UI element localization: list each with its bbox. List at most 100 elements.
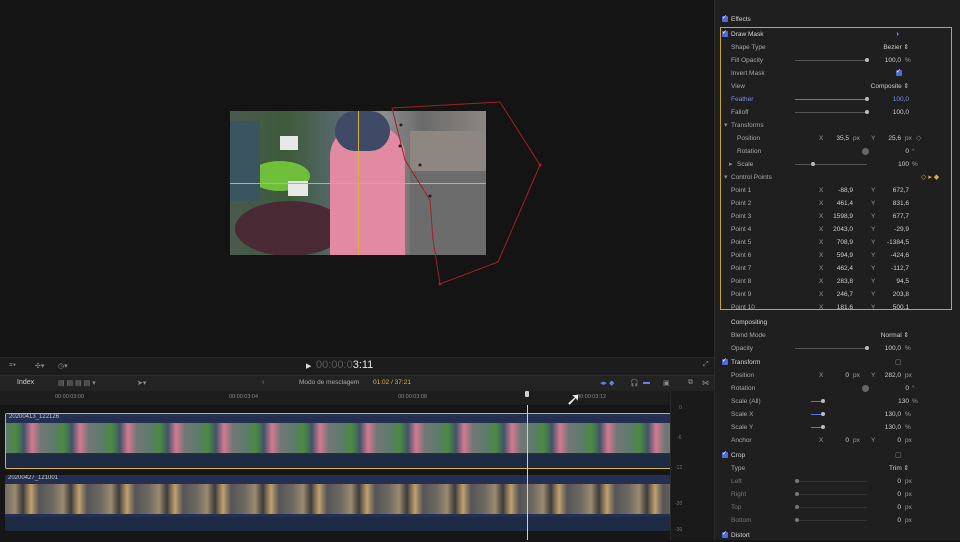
scale-y-slider[interactable] xyxy=(811,425,825,429)
crop-onscreen-icon[interactable]: ▢ xyxy=(895,449,902,462)
anchor-x[interactable]: 0 xyxy=(845,434,849,447)
transitions-icon[interactable]: ⋈ xyxy=(702,379,709,387)
scale-x-row: Scale X 130,0 % xyxy=(715,408,960,421)
speed-icon[interactable]: ◷▾ xyxy=(58,362,68,370)
effects-header[interactable]: Effects xyxy=(715,12,960,26)
distort-checkbox[interactable] xyxy=(722,528,728,541)
crop-value[interactable]: 0 xyxy=(897,475,901,488)
crop-value[interactable]: 0 xyxy=(897,514,901,527)
crop-label: Bottom xyxy=(731,517,752,524)
crop-type-row: Type Trim ⇕ xyxy=(715,462,960,475)
crop-type-select[interactable]: Trim ⇕ xyxy=(889,462,909,475)
snapping-icon[interactable]: ▬ xyxy=(643,379,650,386)
transform-position-x[interactable]: 0 xyxy=(845,369,849,382)
opacity-value[interactable]: 100,0 xyxy=(885,342,901,355)
transform-header[interactable]: Transform ▢ xyxy=(715,355,960,369)
meter-label: -6 xyxy=(677,435,682,441)
back-icon[interactable]: ‹ xyxy=(262,379,264,386)
transform-tool-icon[interactable]: ✣▾ xyxy=(35,362,44,370)
crop-row: Top 0 px xyxy=(715,501,960,514)
timecode-display: 00:00:03:11 xyxy=(316,359,373,371)
scale-y-value[interactable]: 130,0 xyxy=(885,421,901,434)
select-tool-icon[interactable]: ➤▾ xyxy=(137,379,146,387)
clip-appearance-icon[interactable]: ▤ ▤ ▤ ▤ ▾ xyxy=(58,379,96,387)
distort-title: Distort xyxy=(731,532,750,539)
scale-all-unit: % xyxy=(912,398,918,405)
crop-unit: px xyxy=(905,491,912,498)
scale-y-row: Scale Y 130,0 % xyxy=(715,421,960,434)
transform-title: Transform xyxy=(731,359,761,366)
scale-all-slider[interactable] xyxy=(811,399,825,403)
mode-label: Modo de mesclagem xyxy=(299,379,360,386)
crop-slider[interactable] xyxy=(795,479,867,483)
scale-x-slider[interactable] xyxy=(811,412,825,416)
compositing-header[interactable]: Compositing xyxy=(715,316,960,329)
viewer-toolbar: ⌗▾ ✣▾ ◷▾ ▶ 00:00:03:11 ⤢ xyxy=(0,357,714,376)
transform-rotation-row: Rotation 0 ° xyxy=(715,382,960,395)
transform-position-x-unit: px xyxy=(853,372,860,379)
scale-x-value[interactable]: 130,0 xyxy=(885,408,901,421)
crop-type-label: Type xyxy=(731,465,746,472)
transform-rotation-value[interactable]: 0 xyxy=(905,382,909,395)
index-button[interactable]: Index xyxy=(17,379,34,386)
ruler-tick: 00:00:03:12 xyxy=(577,394,607,400)
blend-mode-select[interactable]: Normal ⇕ xyxy=(881,329,909,342)
fullscreen-icon[interactable]: ⤢ xyxy=(703,361,709,369)
meter-label: -12 xyxy=(675,465,683,471)
scale-all-label: Scale (All) xyxy=(731,398,761,405)
clip-2-audio xyxy=(5,517,670,531)
opacity-slider[interactable] xyxy=(795,346,869,350)
scale-y-unit: % xyxy=(905,424,911,431)
clip-1-filmstrip xyxy=(6,423,671,453)
headphones-icon[interactable]: 🎧 xyxy=(630,379,639,387)
anchor-y-unit: px xyxy=(905,437,912,444)
clip-2[interactable]: 20200427_121001 xyxy=(5,475,670,531)
rotation-dial[interactable] xyxy=(862,385,869,392)
distort-header[interactable]: Distort xyxy=(715,528,960,542)
clip-1[interactable]: 20200413_122126 xyxy=(5,413,672,469)
crop-tool-icon[interactable]: ⌗▾ xyxy=(9,362,16,370)
anchor-label: Anchor xyxy=(731,437,752,444)
scale-x-unit: % xyxy=(905,411,911,418)
timeline-tracks: 20200413_122126 20200427_121001 xyxy=(0,405,672,540)
scale-all-value[interactable]: 130 xyxy=(898,395,909,408)
crop-row: Bottom 0 px xyxy=(715,514,960,527)
meter-label: -30 xyxy=(675,527,683,533)
timeline-position: 01:02 / 37:21 xyxy=(373,379,411,386)
scale-y-label: Scale Y xyxy=(731,424,754,431)
anchor-y[interactable]: 0 xyxy=(897,434,901,447)
playhead-handle[interactable] xyxy=(525,391,529,397)
play-icon[interactable]: ▶ xyxy=(306,362,311,370)
transform-position-row: Position X 0 px Y 282,0 px xyxy=(715,369,960,382)
clip-icon[interactable]: ▣ xyxy=(663,379,670,387)
transform-position-y[interactable]: 282,0 xyxy=(885,369,901,382)
crop-slider[interactable] xyxy=(795,492,867,496)
ruler-tick: 00:00:03:00 xyxy=(55,394,85,400)
crop-title: Crop xyxy=(731,452,746,459)
timecode-bright: 3:11 xyxy=(352,359,374,371)
anchor-row: Anchor X 0 px Y 0 px xyxy=(715,434,960,447)
crop-slider[interactable] xyxy=(795,505,867,509)
crop-slider[interactable] xyxy=(795,518,867,522)
clip-1-name: 20200413_122126 xyxy=(9,414,60,420)
crop-value[interactable]: 0 xyxy=(897,488,901,501)
crop-header[interactable]: Crop ▢ xyxy=(715,448,960,462)
effects-browser-icon[interactable]: ⧉ xyxy=(688,379,693,387)
compositing-title: Compositing xyxy=(731,319,768,326)
meter-label: -20 xyxy=(675,501,683,507)
scale-x-label: Scale X xyxy=(731,411,754,418)
mask-shape[interactable] xyxy=(0,0,714,357)
effects-checkbox[interactable] xyxy=(722,12,728,25)
crop-checkbox[interactable] xyxy=(722,448,728,461)
clip-2-name: 20200427_121001 xyxy=(8,475,59,481)
transform-onscreen-icon[interactable]: ▢ xyxy=(895,356,902,369)
y-label: Y xyxy=(871,372,876,379)
draw-mask-selection xyxy=(720,27,952,310)
transform-checkbox[interactable] xyxy=(722,355,728,368)
audio-skimming-icon[interactable]: ◂▸ ◆ xyxy=(600,379,614,387)
blend-mode-row: Blend Mode Normal ⇕ xyxy=(715,329,960,342)
crop-value[interactable]: 0 xyxy=(897,501,901,514)
opacity-unit: % xyxy=(905,345,911,352)
ruler-tick: 00:00:03:04 xyxy=(229,394,259,400)
ruler-tick: 00:00:03:08 xyxy=(398,394,428,400)
